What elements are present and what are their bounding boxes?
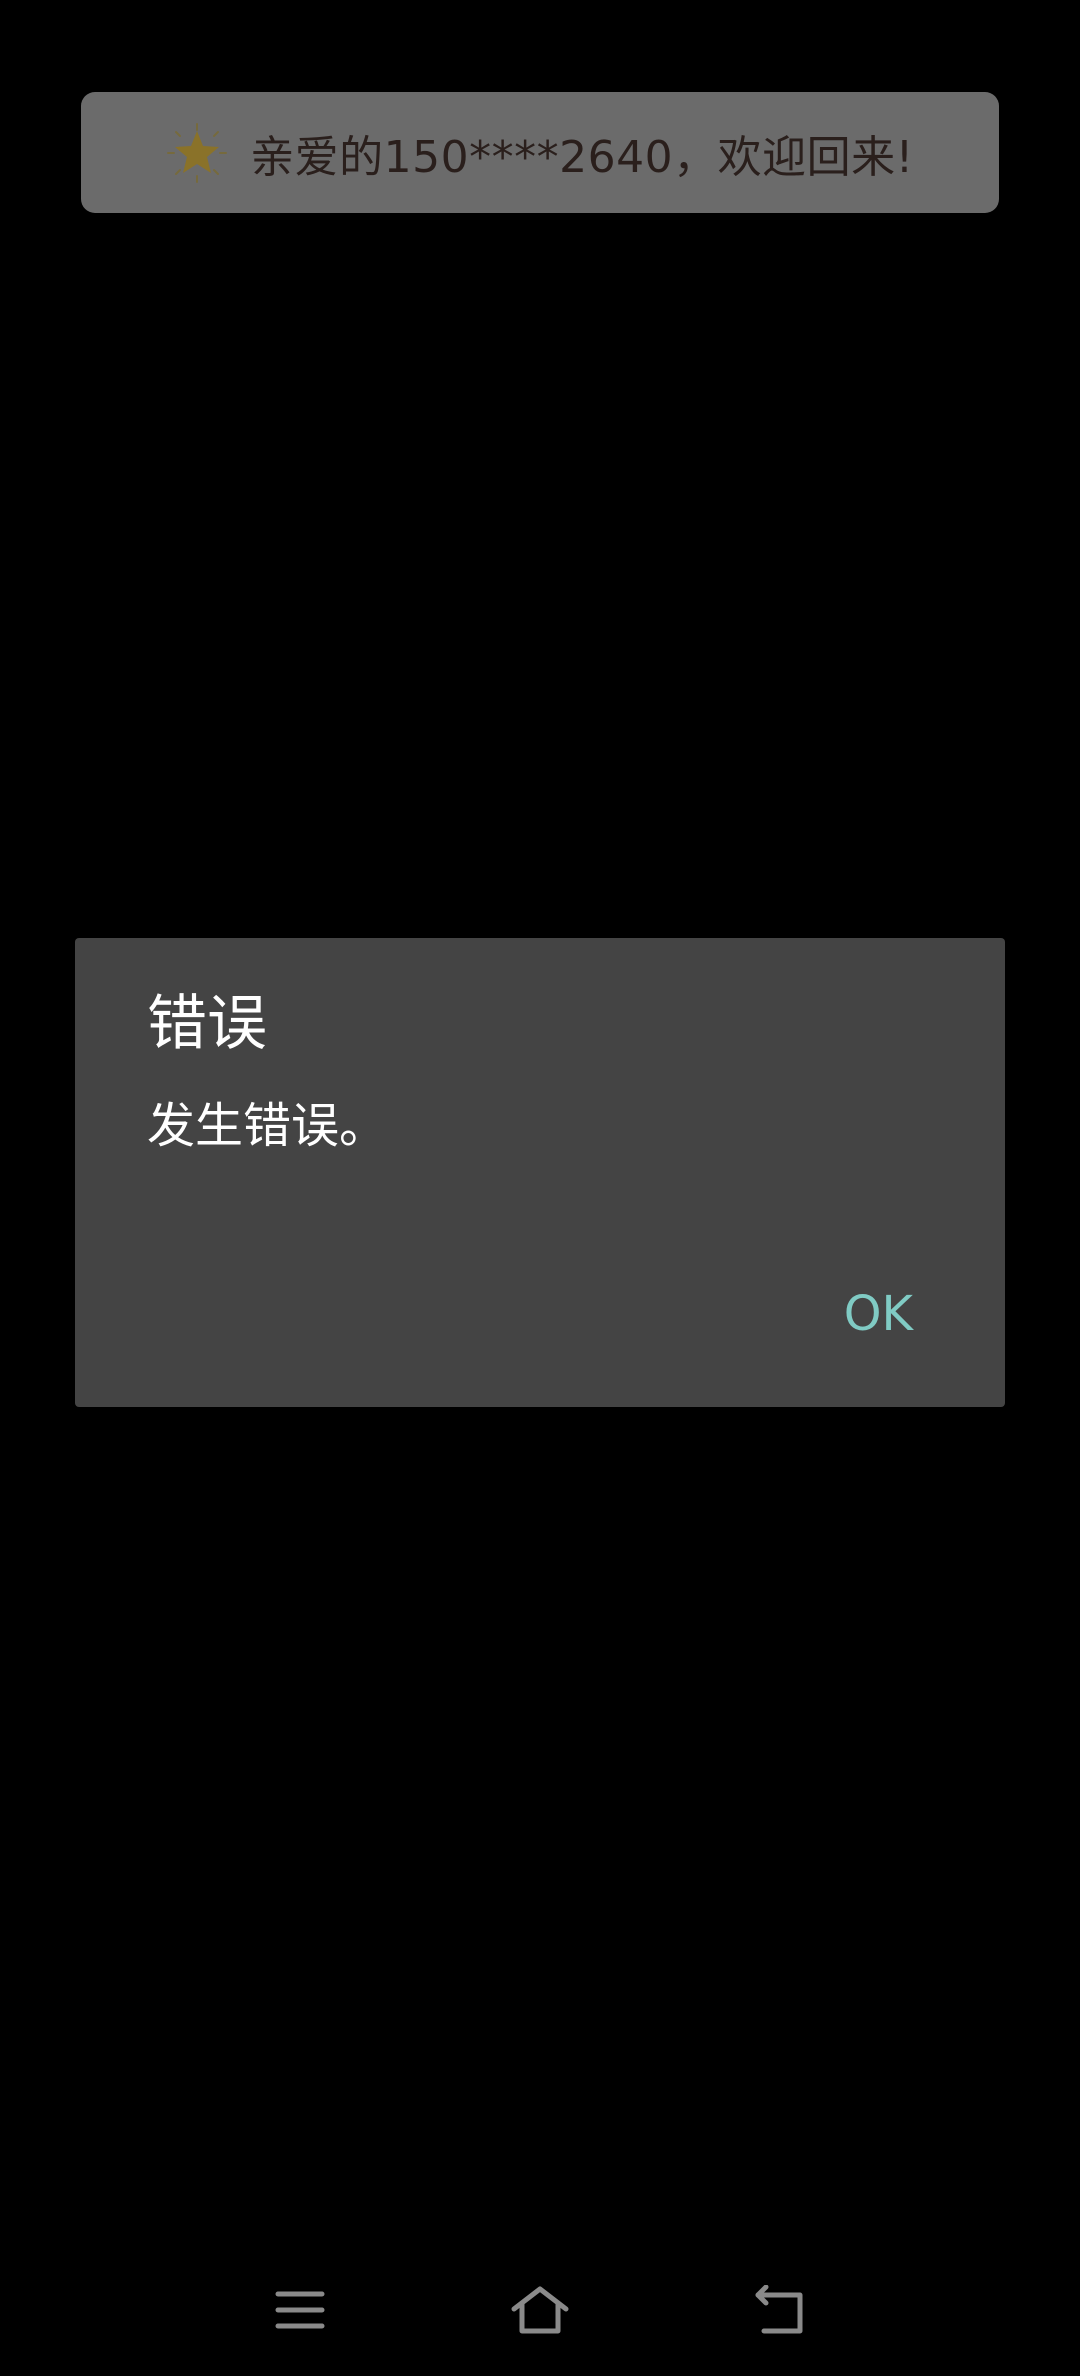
back-icon	[755, 2285, 803, 2334]
star-icon	[167, 122, 228, 183]
welcome-toast: 亲爱的150****2640，欢迎回来!	[81, 92, 999, 213]
home-icon	[511, 2286, 569, 2334]
menu-icon	[275, 2291, 325, 2329]
welcome-text: 亲爱的150****2640，欢迎回来!	[250, 131, 914, 183]
dialog-title: 错误	[147, 989, 267, 1059]
error-dialog: 错误 发生错误。 OK	[75, 938, 1005, 1407]
menu-button[interactable]	[258, 2268, 342, 2352]
home-button[interactable]	[498, 2268, 582, 2352]
system-navigation-bar	[0, 2268, 1080, 2352]
back-button[interactable]	[738, 2268, 822, 2352]
dialog-message: 发生错误。	[147, 1098, 388, 1154]
ok-button[interactable]: OK	[844, 1290, 913, 1338]
